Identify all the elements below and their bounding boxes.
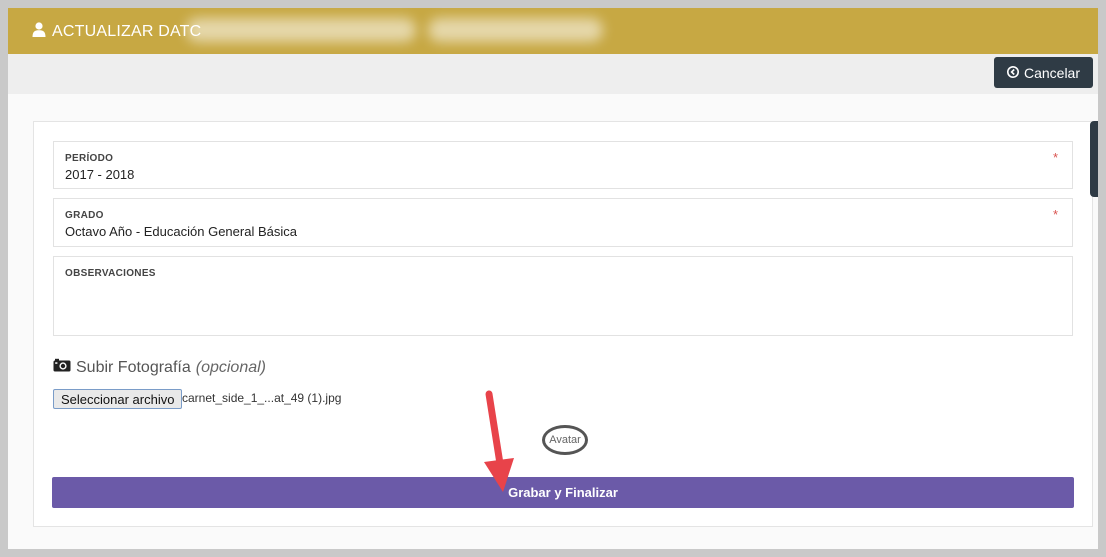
photo-upload-optional: (opcional) (195, 358, 266, 376)
grado-field[interactable]: GRADO Octavo Año - Educación General Bás… (53, 198, 1073, 247)
periodo-field[interactable]: PERÍODO 2017 - 2018 * (53, 141, 1073, 189)
required-marker: * (1052, 150, 1058, 165)
grado-value: Octavo Año - Educación General Básica (65, 224, 297, 239)
user-icon (32, 22, 46, 42)
redacted-text (186, 18, 416, 42)
grado-label: GRADO (65, 210, 104, 221)
required-marker: * (1052, 207, 1058, 222)
avatar-preview: Avatar (542, 425, 588, 455)
cancel-label: Cancelar (1023, 64, 1080, 81)
app-window: ACTUALIZAR DATC Cancelar PERÍODO 2017 - … (8, 8, 1098, 549)
page-title-text: ACTUALIZAR DATC (52, 23, 202, 40)
page-header: ACTUALIZAR DATC (8, 8, 1098, 54)
photo-upload-title: Subir Fotografía (76, 358, 191, 376)
avatar-alt-text: Avatar (549, 434, 581, 446)
cancel-button[interactable]: Cancelar (993, 57, 1093, 88)
page-title: ACTUALIZAR DATC (32, 22, 201, 42)
observaciones-label: OBSERVACIONES (65, 268, 156, 279)
periodo-value: 2017 - 2018 (65, 167, 135, 182)
photo-upload-heading: Subir Fotografía (opcional) (53, 358, 266, 377)
scrollbar-thumb[interactable] (1090, 121, 1098, 197)
choose-file-button[interactable]: Seleccionar archivo (53, 389, 183, 409)
selected-file-name: carnet_side_1_...at_49 (1).jpg (182, 391, 342, 405)
redacted-text (428, 18, 603, 42)
circle-arrow-left-icon (1006, 65, 1019, 81)
camera-icon (53, 358, 71, 377)
periodo-label: PERÍODO (65, 153, 114, 164)
form-card: PERÍODO 2017 - 2018 * GRADO Octavo Año -… (33, 121, 1093, 527)
save-and-finish-button[interactable]: Grabar y Finalizar (52, 477, 1074, 508)
toolbar: Cancelar (8, 54, 1098, 94)
observaciones-field[interactable]: OBSERVACIONES (53, 256, 1073, 336)
